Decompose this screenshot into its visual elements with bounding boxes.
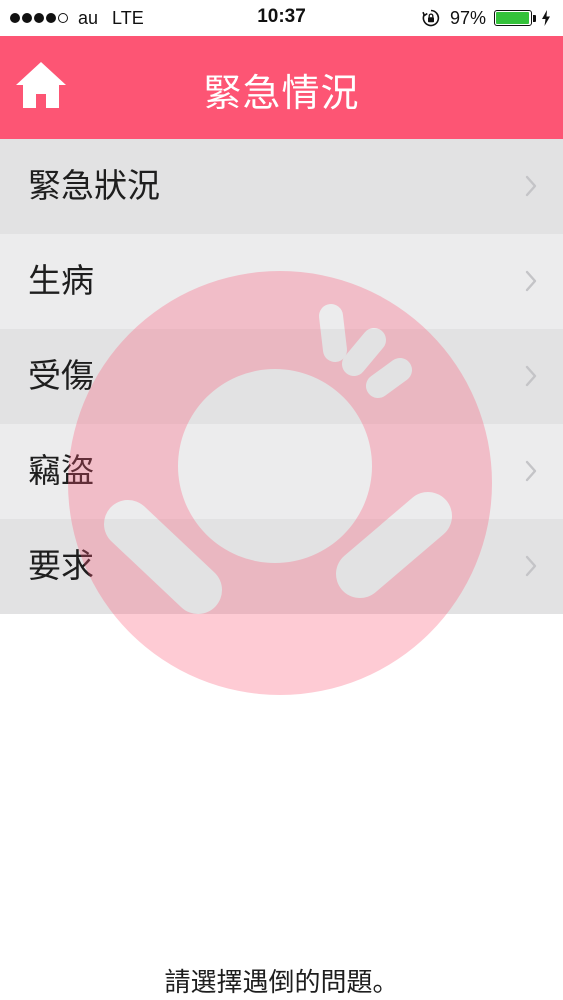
list-item-injury[interactable]: 受傷 <box>0 329 563 424</box>
emergency-category-list: 緊急狀況 生病 受傷 竊盜 要求 <box>0 139 563 614</box>
chevron-right-icon <box>525 270 537 292</box>
chevron-right-icon <box>525 175 537 197</box>
list-item-label: 受傷 <box>28 356 94 395</box>
battery-tip <box>533 14 536 22</box>
list-item-request[interactable]: 要求 <box>0 519 563 614</box>
battery-icon <box>494 10 532 26</box>
list-item-illness[interactable]: 生病 <box>0 234 563 329</box>
charging-bolt-icon <box>542 10 550 26</box>
list-item-label: 要求 <box>28 546 94 585</box>
status-bar: au LTE 10:37 97% <box>0 0 563 36</box>
battery-level-fill <box>496 12 529 24</box>
header-bar: 緊急情況 <box>0 36 563 139</box>
list-item-label: 竊盜 <box>28 451 94 490</box>
orientation-lock-icon <box>422 9 440 27</box>
chevron-right-icon <box>525 460 537 482</box>
battery-percent: 97% <box>449 7 486 28</box>
page-title: 緊急情況 <box>203 71 360 115</box>
list-item-emergency[interactable]: 緊急狀況 <box>0 139 563 234</box>
chevron-right-icon <box>525 365 537 387</box>
status-right: 97% <box>422 7 551 29</box>
chevron-right-icon <box>525 555 537 577</box>
list-item-theft[interactable]: 竊盜 <box>0 424 563 519</box>
list-item-label: 生病 <box>28 261 94 300</box>
footer-hint: 請選擇遇倒的問題。 <box>164 968 399 998</box>
list-item-label: 緊急狀況 <box>28 166 160 205</box>
